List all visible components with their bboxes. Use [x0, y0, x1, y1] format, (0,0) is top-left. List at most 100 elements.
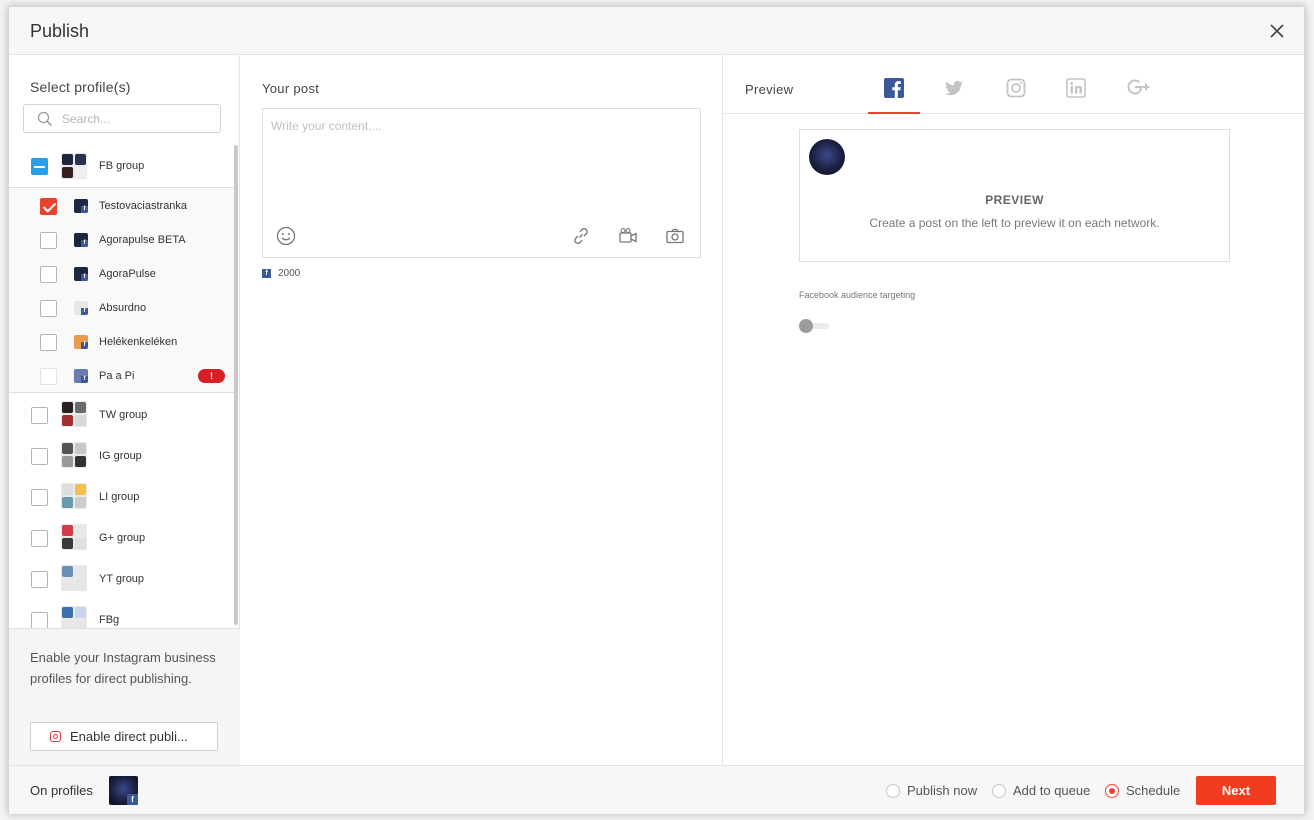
group-checkbox[interactable]: [31, 571, 48, 588]
post-content-input[interactable]: [271, 119, 691, 209]
add-video-button[interactable]: [617, 225, 639, 247]
profile-name: Pa a Pi: [99, 370, 135, 382]
tab-linkedin[interactable]: [1050, 72, 1102, 114]
profile-search[interactable]: [23, 104, 221, 133]
publish-modal: Publish Select profile(s) Search... FB g…: [8, 6, 1305, 814]
instagram-notice-panel: Enable your Instagram business profiles …: [9, 628, 240, 765]
profile-list: FB group f Testovaciastranka f Agorapuls…: [9, 141, 240, 632]
group-name: FBg: [99, 614, 120, 626]
group-row[interactable]: IG group: [9, 435, 235, 476]
group-avatar: [61, 565, 87, 591]
group-row[interactable]: YT group: [9, 558, 235, 599]
emoji-button[interactable]: [275, 225, 297, 247]
modal-header: Publish: [9, 7, 1304, 55]
tab-instagram[interactable]: [990, 72, 1042, 114]
profile-checkbox[interactable]: [40, 334, 57, 351]
group-checkbox[interactable]: [31, 530, 48, 547]
group-name: G+ group: [99, 532, 146, 544]
on-profiles-label: On profiles: [30, 783, 93, 798]
profile-avatar: f: [74, 301, 88, 315]
warning-badge: !: [198, 369, 225, 383]
tab-twitter[interactable]: [928, 72, 980, 114]
camera-icon: [666, 228, 684, 244]
group-avatar: [61, 401, 87, 427]
profile-avatar: f: [74, 335, 88, 349]
add-link-button[interactable]: [570, 225, 592, 247]
group-checkbox-fb[interactable]: [31, 158, 48, 175]
option-label: Add to queue: [1013, 783, 1091, 798]
enable-direct-publishing-button[interactable]: Enable direct publi...: [30, 722, 218, 751]
instagram-notice: Enable your Instagram business profiles …: [30, 650, 216, 686]
preview-card-subtitle: Create a post on the left to preview it …: [869, 216, 1160, 230]
group-checkbox[interactable]: [31, 489, 48, 506]
profile-checkbox[interactable]: [40, 232, 57, 249]
group-avatar: [61, 442, 87, 468]
profile-checkbox[interactable]: [40, 300, 57, 317]
profile-row[interactable]: f Agorapulse BETA: [9, 223, 235, 257]
profile-avatar: f: [74, 267, 88, 281]
group-name: YT group: [99, 573, 145, 585]
instagram-icon: [50, 731, 61, 742]
character-count: 2000: [278, 268, 301, 279]
twitter-icon: [944, 80, 963, 96]
group-row[interactable]: TW group: [9, 394, 235, 435]
group-row-fb[interactable]: FB group: [9, 146, 235, 188]
profile-checkbox[interactable]: [40, 266, 57, 283]
preview-card: PREVIEW Create a post on the left to pre…: [799, 129, 1230, 262]
tab-facebook[interactable]: [868, 72, 920, 114]
group-checkbox[interactable]: [31, 612, 48, 629]
profile-checkbox[interactable]: [40, 198, 57, 215]
profile-name: Absurdno: [99, 302, 147, 314]
close-icon: [1270, 24, 1284, 38]
search-input[interactable]: [62, 110, 212, 128]
option-label: Schedule: [1126, 783, 1181, 798]
your-post-title: Your post: [262, 81, 320, 96]
tab-google-plus[interactable]: [1111, 72, 1163, 114]
enable-button-label: Enable direct publi...: [70, 729, 188, 744]
modal-title: Publish: [30, 21, 90, 41]
preview-title: Preview: [745, 82, 794, 97]
profile-row[interactable]: f Pa a Pi !: [9, 359, 235, 393]
profile-row[interactable]: f Absurdno: [9, 291, 235, 325]
group-name: TW group: [99, 409, 148, 421]
profile-row[interactable]: f AgoraPulse: [9, 257, 235, 291]
group-name: LI group: [99, 491, 140, 503]
option-label: Publish now: [907, 783, 978, 798]
preview-panel: Preview PREVIEW Create a post on the lef…: [723, 55, 1304, 765]
profile-selector: Select profile(s) FB group: [9, 55, 240, 765]
add-photo-button[interactable]: [664, 225, 686, 247]
radio-button[interactable]: [1105, 784, 1119, 798]
post-editor-panel: Your post Write your content.... f 2000: [240, 55, 723, 765]
profile-avatar: f: [74, 199, 88, 213]
selected-profile-avatar: f: [109, 776, 138, 805]
group-checkbox[interactable]: [31, 407, 48, 424]
next-button[interactable]: Next: [1196, 776, 1276, 805]
profile-avatar: f: [74, 233, 88, 247]
group-avatar-fb: [61, 153, 87, 179]
link-icon: [574, 228, 588, 244]
profile-avatar: f: [74, 369, 88, 383]
profile-checkbox[interactable]: [40, 368, 57, 385]
facebook-icon: f: [262, 269, 271, 278]
facebook-icon: [884, 78, 904, 98]
preview-avatar: [809, 139, 845, 175]
google-plus-icon: [1127, 79, 1150, 95]
profile-list-scrollbar[interactable]: [234, 145, 238, 625]
close-button[interactable]: [1266, 20, 1288, 42]
profile-name: AgoraPulse: [99, 268, 156, 280]
group-row[interactable]: LI group: [9, 476, 235, 517]
group-name: FB group: [99, 160, 145, 172]
search-icon: [37, 111, 52, 126]
modal-footer: On profiles f Publish now Add to queue S…: [9, 765, 1304, 814]
radio-button[interactable]: [886, 784, 900, 798]
group-checkbox[interactable]: [31, 448, 48, 465]
group-avatar: [61, 483, 87, 509]
profile-name: Helékenkeléken: [99, 336, 178, 348]
group-row[interactable]: G+ group: [9, 517, 235, 558]
profile-row[interactable]: f Testovaciastranka: [9, 189, 235, 223]
profile-row[interactable]: f Helékenkeléken: [9, 325, 235, 359]
instagram-icon: [1006, 78, 1026, 98]
audience-targeting-toggle[interactable]: [799, 319, 831, 333]
group-name: IG group: [99, 450, 142, 462]
radio-button[interactable]: [992, 784, 1006, 798]
